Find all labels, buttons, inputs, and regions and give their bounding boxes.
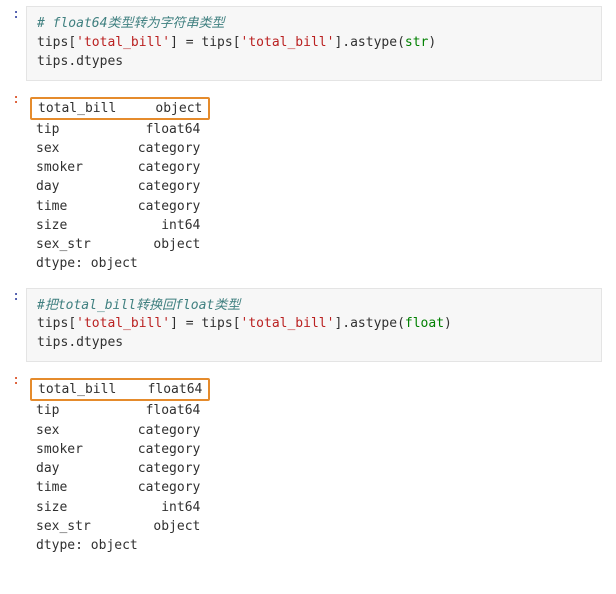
code-tok: dtypes (76, 54, 123, 69)
highlight-row-2: total_bill float64 (30, 378, 210, 401)
dtype-row: sex_str object (36, 517, 592, 536)
code-tok: [ (233, 316, 241, 331)
code-tok: [ (68, 35, 76, 50)
output-cell-1: : total_bill object tip float64sex categ… (0, 85, 616, 282)
in-prompt-1: : (0, 6, 26, 81)
code-tok: tips (37, 35, 68, 50)
dtype-row: size int64 (36, 216, 592, 235)
dtype-row: time category (36, 197, 592, 216)
code-cell-1: : # float64类型转为字符串类型 tips['total_bill'] … (0, 0, 616, 85)
out2-footer: dtype: object (36, 536, 592, 555)
code-tok: tips (37, 316, 68, 331)
code-cell-1-body: # float64类型转为字符串类型 tips['total_bill'] = … (26, 6, 616, 81)
dtype-row: tip float64 (36, 401, 592, 420)
highlight-row-1: total_bill object (30, 97, 210, 120)
dtype-row: tip float64 (36, 120, 592, 139)
code-area-2[interactable]: #把total_bill转换回float类型 tips['total_bill'… (26, 288, 602, 363)
code-comment-1: # float64类型转为字符串类型 (37, 16, 224, 31)
out1-footer: dtype: object (36, 254, 592, 273)
out2-rows: tip float64sex categorysmoker categoryda… (36, 401, 592, 536)
output-area-2: total_bill float64 tip float64sex catego… (26, 372, 602, 559)
dtype-row: time category (36, 478, 592, 497)
code-tok: ]. (334, 35, 350, 50)
out-prompt-2: : (0, 372, 26, 559)
code-tok: tips (37, 54, 68, 69)
highlight-1-text: total_bill object (38, 101, 202, 116)
code-tok: ) (444, 316, 452, 331)
output-cell-2: : total_bill float64 tip float64sex cate… (0, 366, 616, 563)
dtype-row: day category (36, 177, 592, 196)
dtype-row: sex category (36, 421, 592, 440)
code-tok: dtypes (76, 335, 123, 350)
code-tok: astype (350, 35, 397, 50)
code-tok: [ (68, 316, 76, 331)
code-tok: str (405, 35, 428, 50)
dtype-row: size int64 (36, 498, 592, 517)
in-prompt-2: : (0, 288, 26, 363)
out1-rows: tip float64sex categorysmoker categoryda… (36, 120, 592, 255)
code-tok: 'total_bill' (241, 35, 335, 50)
code-tok: 'total_bill' (76, 35, 170, 50)
code-tok: ( (397, 35, 405, 50)
output-area-1: total_bill object tip float64sex categor… (26, 91, 602, 278)
code-tok: 'total_bill' (76, 316, 170, 331)
dtype-row: day category (36, 459, 592, 478)
code-area-1[interactable]: # float64类型转为字符串类型 tips['total_bill'] = … (26, 6, 602, 81)
code-cell-2-body: #把total_bill转换回float类型 tips['total_bill'… (26, 288, 616, 363)
dtype-row: smoker category (36, 440, 592, 459)
highlight-2-text: total_bill float64 (38, 382, 202, 397)
code-tok: float (405, 316, 444, 331)
code-comment-2: #把total_bill转换回float类型 (37, 298, 240, 313)
out-prompt-1: : (0, 91, 26, 278)
code-tok: tips (37, 335, 68, 350)
code-tok: 'total_bill' (241, 316, 335, 331)
code-tok: . (68, 54, 76, 69)
code-tok: . (68, 335, 76, 350)
code-cell-2: : #把total_bill转换回float类型 tips['total_bil… (0, 282, 616, 367)
code-tok: [ (233, 35, 241, 50)
output-cell-2-body: total_bill float64 tip float64sex catego… (26, 372, 616, 559)
dtype-row: sex_str object (36, 235, 592, 254)
dtype-row: smoker category (36, 158, 592, 177)
code-tok: ( (397, 316, 405, 331)
output-cell-1-body: total_bill object tip float64sex categor… (26, 91, 616, 278)
code-tok: tips (201, 35, 232, 50)
code-tok: ] = (170, 316, 201, 331)
code-tok: ] = (170, 35, 201, 50)
code-tok: tips (201, 316, 232, 331)
code-tok: astype (350, 316, 397, 331)
code-tok: ) (428, 35, 436, 50)
code-tok: ]. (334, 316, 350, 331)
dtype-row: sex category (36, 139, 592, 158)
